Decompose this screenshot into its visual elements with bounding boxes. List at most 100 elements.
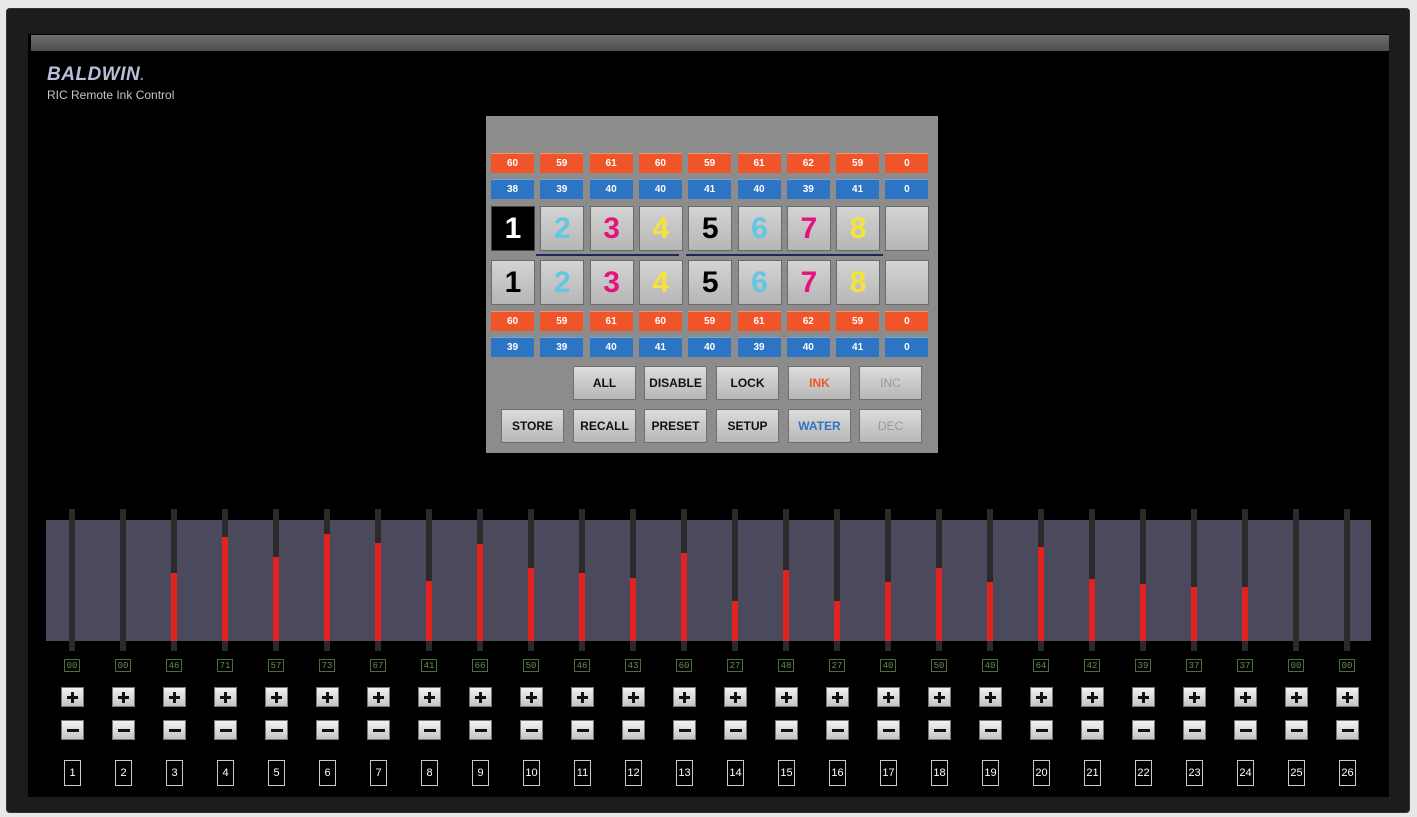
decrease-key-button[interactable] (1081, 720, 1104, 740)
ink-key-slider[interactable] (1293, 509, 1299, 651)
increase-key-button[interactable] (367, 687, 390, 707)
unit-4-button[interactable]: 4 (638, 206, 683, 251)
decrease-key-button[interactable] (775, 720, 798, 740)
ink-key-number[interactable]: 19 (982, 760, 999, 786)
ink-key-number[interactable]: 8 (421, 760, 438, 786)
all-button[interactable]: ALL (573, 366, 636, 400)
decrease-key-button[interactable] (928, 720, 951, 740)
decrease-key-button[interactable] (112, 720, 135, 740)
unit-6-button[interactable]: 6 (737, 260, 782, 305)
increase-key-button[interactable] (724, 687, 747, 707)
ink-key-number[interactable]: 16 (829, 760, 846, 786)
ink-key-slider[interactable] (426, 509, 432, 651)
ink-key-slider[interactable] (273, 509, 279, 651)
decrease-key-button[interactable] (1183, 720, 1206, 740)
ink-key-slider[interactable] (681, 509, 687, 651)
ink-key-slider[interactable] (1089, 509, 1095, 651)
store-button[interactable]: STORE (501, 409, 564, 443)
decrease-key-button[interactable] (1234, 720, 1257, 740)
decrease-key-button[interactable] (877, 720, 900, 740)
recall-button[interactable]: RECALL (573, 409, 636, 443)
ink-key-number[interactable]: 20 (1033, 760, 1050, 786)
increase-key-button[interactable] (928, 687, 951, 707)
ink-key-number[interactable]: 3 (166, 760, 183, 786)
unit-7-button[interactable]: 7 (786, 260, 831, 305)
increase-key-button[interactable] (571, 687, 594, 707)
ink-key-number[interactable]: 12 (625, 760, 642, 786)
ink-key-slider[interactable] (987, 509, 993, 651)
decrease-key-button[interactable] (265, 720, 288, 740)
ink-key-number[interactable]: 22 (1135, 760, 1152, 786)
ink-key-number[interactable]: 6 (319, 760, 336, 786)
ink-key-slider[interactable] (783, 509, 789, 651)
ink-key-slider[interactable] (324, 509, 330, 651)
unit-8-button[interactable]: 8 (836, 260, 881, 305)
increase-key-button[interactable] (1285, 687, 1308, 707)
ink-key-slider[interactable] (1344, 509, 1350, 651)
ink-key-number[interactable]: 15 (778, 760, 795, 786)
decrease-key-button[interactable] (163, 720, 186, 740)
increase-key-button[interactable] (418, 687, 441, 707)
unit-5-button[interactable]: 5 (688, 206, 733, 251)
decrease-key-button[interactable] (61, 720, 84, 740)
setup-button[interactable]: SETUP (716, 409, 779, 443)
increase-key-button[interactable] (1132, 687, 1155, 707)
unit-8-button[interactable]: 8 (836, 206, 881, 251)
water-button[interactable]: WATER (788, 409, 851, 443)
ink-key-slider[interactable] (630, 509, 636, 651)
unit-5-button[interactable]: 5 (688, 260, 733, 305)
ink-key-slider[interactable] (579, 509, 585, 651)
decrease-key-button[interactable] (1030, 720, 1053, 740)
dec-button[interactable]: DEC (859, 409, 922, 443)
increase-key-button[interactable] (979, 687, 1002, 707)
increase-key-button[interactable] (1081, 687, 1104, 707)
ink-key-number[interactable]: 23 (1186, 760, 1203, 786)
ink-key-number[interactable]: 7 (370, 760, 387, 786)
ink-key-slider[interactable] (936, 509, 942, 651)
ink-key-slider[interactable] (477, 509, 483, 651)
ink-key-slider[interactable] (885, 509, 891, 651)
ink-key-number[interactable]: 25 (1288, 760, 1305, 786)
increase-key-button[interactable] (316, 687, 339, 707)
increase-key-button[interactable] (1183, 687, 1206, 707)
increase-key-button[interactable] (673, 687, 696, 707)
ink-key-slider[interactable] (222, 509, 228, 651)
ink-key-slider[interactable] (1242, 509, 1248, 651)
increase-key-button[interactable] (877, 687, 900, 707)
increase-key-button[interactable] (1030, 687, 1053, 707)
decrease-key-button[interactable] (979, 720, 1002, 740)
unit-2-button[interactable]: 2 (540, 206, 585, 251)
increase-key-button[interactable] (1336, 687, 1359, 707)
decrease-key-button[interactable] (673, 720, 696, 740)
ink-key-number[interactable]: 21 (1084, 760, 1101, 786)
preset-button[interactable]: PRESET (644, 409, 707, 443)
increase-key-button[interactable] (520, 687, 543, 707)
increase-key-button[interactable] (265, 687, 288, 707)
lock-button[interactable]: LOCK (716, 366, 779, 400)
ink-key-number[interactable]: 1 (64, 760, 81, 786)
ink-key-slider[interactable] (834, 509, 840, 651)
decrease-key-button[interactable] (1336, 720, 1359, 740)
increase-key-button[interactable] (61, 687, 84, 707)
ink-key-slider[interactable] (375, 509, 381, 651)
unit-1-button[interactable]: 1 (491, 206, 535, 251)
decrease-key-button[interactable] (622, 720, 645, 740)
ink-key-slider[interactable] (69, 509, 75, 651)
increase-key-button[interactable] (1234, 687, 1257, 707)
ink-key-number[interactable]: 17 (880, 760, 897, 786)
ink-key-slider[interactable] (1038, 509, 1044, 651)
ink-key-slider[interactable] (171, 509, 177, 651)
ink-key-number[interactable]: 5 (268, 760, 285, 786)
unit-3-button[interactable]: 3 (589, 206, 634, 251)
unit-4-button[interactable]: 4 (638, 260, 683, 305)
increase-key-button[interactable] (622, 687, 645, 707)
ink-key-slider[interactable] (1191, 509, 1197, 651)
unit-1-button[interactable]: 1 (491, 260, 535, 305)
ink-key-number[interactable]: 9 (472, 760, 489, 786)
decrease-key-button[interactable] (520, 720, 543, 740)
decrease-key-button[interactable] (418, 720, 441, 740)
ink-key-number[interactable]: 18 (931, 760, 948, 786)
ink-key-slider[interactable] (732, 509, 738, 651)
decrease-key-button[interactable] (571, 720, 594, 740)
decrease-key-button[interactable] (469, 720, 492, 740)
